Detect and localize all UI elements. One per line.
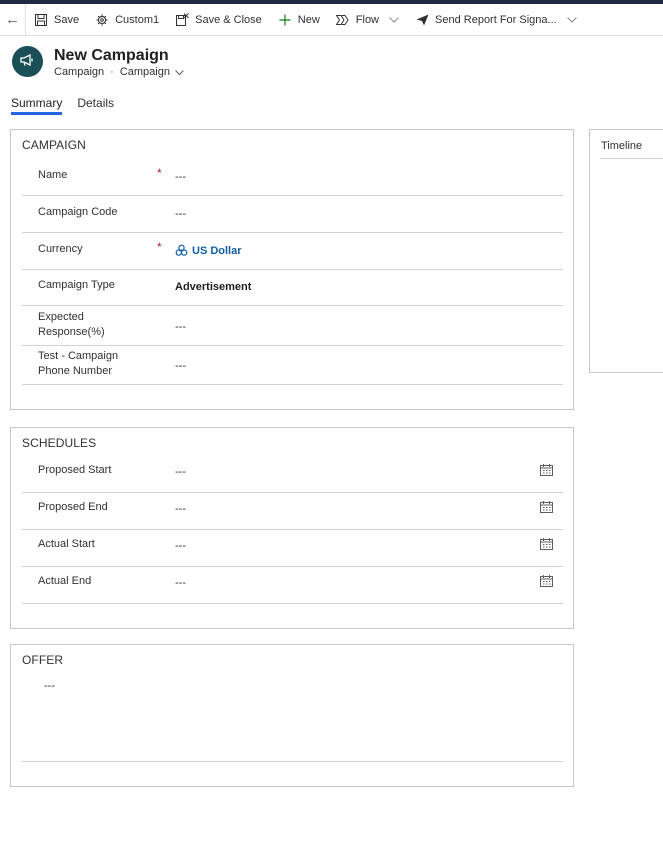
chevron-down-icon[interactable] bbox=[175, 69, 184, 76]
field-name: Name * --- bbox=[22, 159, 563, 196]
field-test-campaign-phone: Test - Campaign Phone Number --- bbox=[22, 346, 563, 385]
calendar-icon[interactable] bbox=[540, 538, 553, 550]
megaphone-icon bbox=[20, 53, 35, 69]
chevron-down-icon[interactable] bbox=[389, 16, 399, 23]
field-label: Proposed Start bbox=[38, 464, 112, 476]
required-indicator: * bbox=[157, 240, 162, 254]
page-title: New Campaign bbox=[54, 47, 169, 64]
field-label: Name bbox=[38, 169, 68, 181]
send-report-label: Send Report For Signa... bbox=[435, 13, 557, 26]
actual-end-input[interactable]: --- bbox=[175, 577, 186, 589]
field-label: Actual End bbox=[38, 575, 92, 587]
section-title: SCHEDULES bbox=[22, 436, 97, 450]
currency-value[interactable]: US Dollar bbox=[192, 245, 242, 257]
field-label: Campaign Type bbox=[38, 279, 115, 291]
field-proposed-start: Proposed Start --- bbox=[22, 456, 563, 493]
proposed-end-input[interactable]: --- bbox=[175, 503, 186, 515]
offer-field: --- bbox=[22, 673, 563, 762]
field-label: Campaign Code bbox=[38, 206, 118, 218]
timeline-title: Timeline bbox=[601, 140, 643, 152]
plus-icon bbox=[278, 13, 292, 27]
tab-summary[interactable]: Summary bbox=[11, 96, 63, 115]
save-close-icon bbox=[175, 13, 189, 27]
save-icon bbox=[34, 13, 48, 27]
phone-number-input[interactable]: --- bbox=[175, 360, 186, 372]
custom1-label: Custom1 bbox=[115, 13, 160, 26]
field-campaign-code: Campaign Code --- bbox=[22, 196, 563, 233]
offer-section: OFFER --- bbox=[10, 644, 574, 787]
field-actual-start: Actual Start --- bbox=[22, 530, 563, 567]
new-button[interactable]: New bbox=[270, 4, 328, 36]
record-header: New Campaign Campaign · Campaign bbox=[12, 46, 184, 79]
section-title: CAMPAIGN bbox=[22, 138, 86, 152]
campaign-type-select[interactable]: Advertisement bbox=[175, 281, 251, 293]
send-report-button[interactable]: Send Report For Signa... bbox=[407, 4, 585, 36]
field-label-line2: Response(%) bbox=[38, 326, 105, 338]
offer-input[interactable]: --- bbox=[44, 680, 55, 692]
entity-name: Campaign bbox=[54, 66, 105, 78]
field-label: Actual Start bbox=[38, 538, 95, 550]
save-close-button[interactable]: Save & Close bbox=[167, 4, 270, 36]
field-campaign-type: Campaign Type Advertisement bbox=[22, 270, 563, 306]
currency-icon bbox=[175, 244, 188, 257]
field-label-line2: Phone Number bbox=[38, 365, 112, 377]
field-expected-response: Expected Response(%) --- bbox=[22, 306, 563, 346]
tab-details[interactable]: Details bbox=[77, 96, 114, 115]
field-label: Test - Campaign Phone Number bbox=[38, 349, 118, 379]
proposed-start-input[interactable]: --- bbox=[175, 466, 186, 478]
field-label: Proposed End bbox=[38, 501, 108, 513]
calendar-icon[interactable] bbox=[540, 464, 553, 476]
new-label: New bbox=[297, 13, 320, 26]
gear-icon bbox=[95, 13, 109, 27]
flow-label: Flow bbox=[355, 13, 380, 26]
save-label: Save bbox=[54, 13, 80, 26]
field-proposed-end: Proposed End --- bbox=[22, 493, 563, 530]
field-label-line1: Expected bbox=[38, 311, 84, 323]
send-icon bbox=[415, 13, 429, 27]
form-selector[interactable]: Campaign bbox=[120, 66, 170, 79]
section-title: OFFER bbox=[22, 653, 64, 667]
expected-response-input[interactable]: --- bbox=[175, 321, 186, 333]
field-currency: Currency * US Dollar bbox=[22, 233, 563, 270]
separator-dot: · bbox=[110, 66, 114, 78]
back-arrow-icon: ← bbox=[5, 11, 20, 28]
custom1-button[interactable]: Custom1 bbox=[87, 4, 167, 36]
save-close-label: Save & Close bbox=[195, 13, 262, 26]
form-tabs: Summary Details bbox=[11, 96, 129, 115]
flow-button[interactable]: Flow bbox=[328, 4, 407, 36]
chevron-down-icon[interactable] bbox=[566, 16, 577, 23]
flow-icon bbox=[336, 13, 350, 27]
save-button[interactable]: Save bbox=[26, 4, 87, 36]
currency-lookup[interactable]: US Dollar bbox=[175, 244, 242, 257]
timeline-panel: Timeline bbox=[589, 129, 663, 373]
field-actual-end: Actual End --- bbox=[22, 567, 563, 604]
campaign-section: CAMPAIGN Name * --- Campaign Code --- Cu… bbox=[10, 129, 574, 410]
campaign-code-input[interactable]: --- bbox=[175, 208, 186, 220]
field-label: Currency bbox=[38, 243, 83, 255]
field-label-line1: Test - Campaign bbox=[38, 350, 119, 362]
calendar-icon[interactable] bbox=[540, 575, 553, 587]
schedules-section: SCHEDULES Proposed Start --- Proposed En… bbox=[10, 427, 574, 629]
actual-start-input[interactable]: --- bbox=[175, 540, 186, 552]
field-label: Expected Response(%) bbox=[38, 310, 105, 340]
campaign-avatar bbox=[12, 46, 43, 77]
divider bbox=[600, 158, 663, 159]
calendar-icon[interactable] bbox=[540, 501, 553, 513]
name-input[interactable]: --- bbox=[175, 171, 186, 183]
back-button[interactable]: ← bbox=[0, 3, 26, 36]
command-bar: ← Save Custom1 Save & Close New Flow Sen… bbox=[0, 3, 663, 36]
required-indicator: * bbox=[157, 166, 162, 180]
